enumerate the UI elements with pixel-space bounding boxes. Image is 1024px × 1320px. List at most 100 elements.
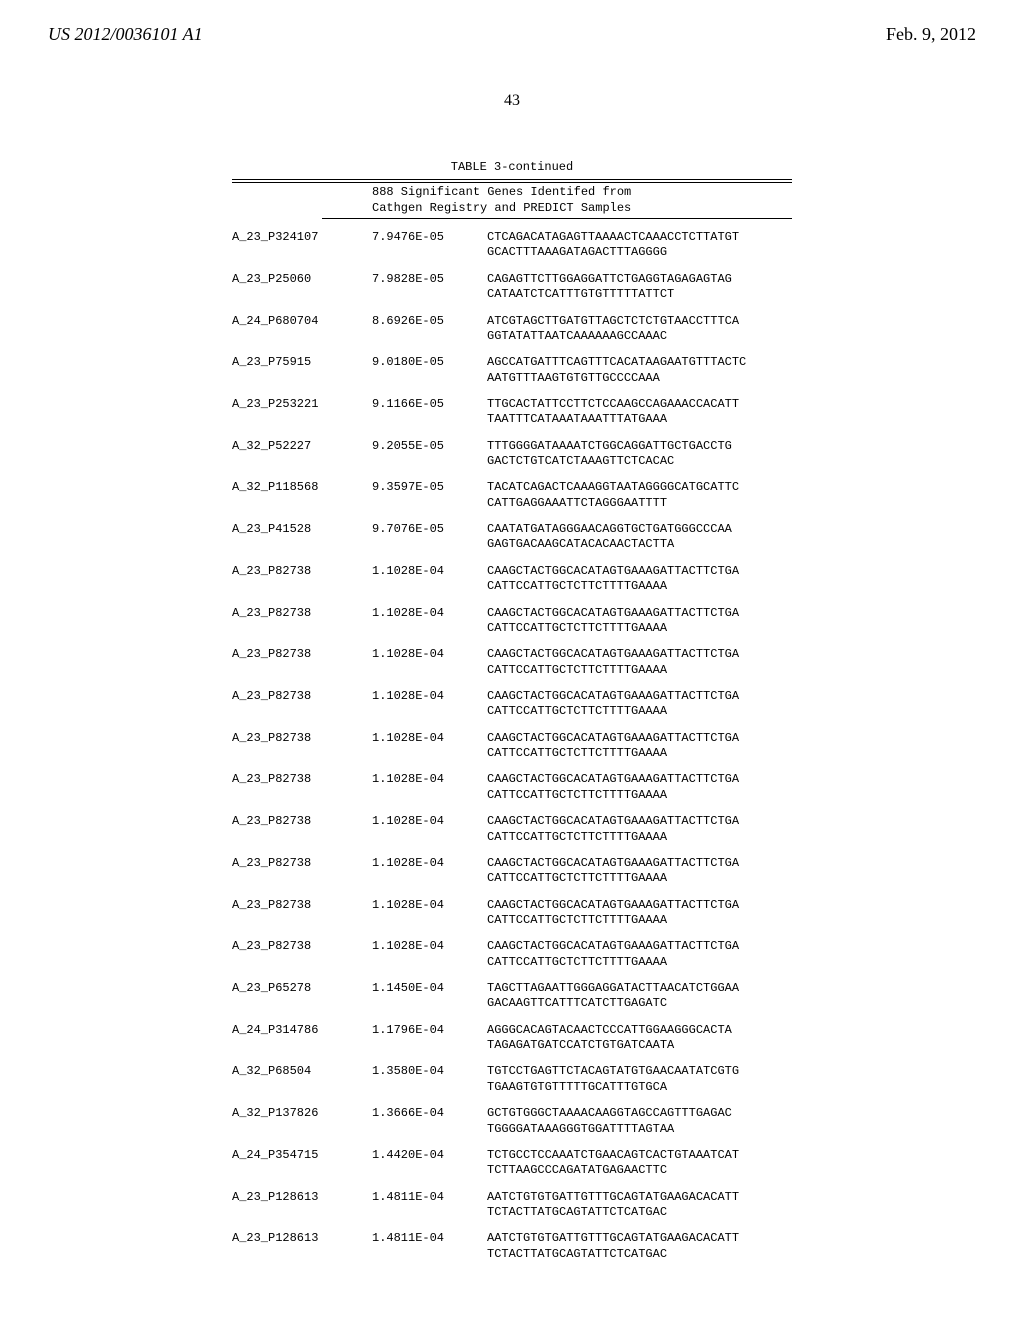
table-row: A_32_P685041.3580E-04TGTCCTGAGTTCTACAGTA…	[232, 1064, 792, 1095]
page-header: US 2012/0036101 A1 Feb. 9, 2012	[0, 0, 1024, 45]
gene-value: 7.9476E-05	[372, 230, 487, 261]
gene-id: A_23_P82738	[232, 856, 372, 887]
table-row: A_23_P1286131.4811E-04AATCTGTGTGATTGTTTG…	[232, 1231, 792, 1262]
gene-id: A_23_P253221	[232, 397, 372, 428]
table-row: A_23_P827381.1028E-04CAAGCTACTGGCACATAGT…	[232, 647, 792, 678]
gene-seq: AGGGCACAGTACAACTCCCATTGGAAGGGCACTA TAGAG…	[487, 1023, 792, 1054]
table-row: A_24_P3547151.4420E-04TCTGCCTCCAAATCTGAA…	[232, 1148, 792, 1179]
gene-value: 1.4811E-04	[372, 1231, 487, 1262]
gene-value: 1.1028E-04	[372, 939, 487, 970]
table-row: A_32_P522279.2055E-05TTTGGGGATAAAATCTGGC…	[232, 439, 792, 470]
gene-value: 1.1796E-04	[372, 1023, 487, 1054]
gene-seq: CAAGCTACTGGCACATAGTGAAAGATTACTTCTGA CATT…	[487, 647, 792, 678]
gene-value: 1.1028E-04	[372, 731, 487, 762]
gene-value: 1.1450E-04	[372, 981, 487, 1012]
gene-value: 1.1028E-04	[372, 606, 487, 637]
gene-id: A_23_P82738	[232, 772, 372, 803]
gene-id: A_23_P324107	[232, 230, 372, 261]
gene-seq: GCTGTGGGCTAAAACAAGGTAGCCAGTTTGAGAC TGGGG…	[487, 1106, 792, 1137]
gene-seq: CAAGCTACTGGCACATAGTGAAAGATTACTTCTGA CATT…	[487, 772, 792, 803]
gene-value: 1.1028E-04	[372, 689, 487, 720]
gene-value: 1.1028E-04	[372, 856, 487, 887]
gene-seq: CAATATGATAGGGAACAGGTGCTGATGGGCCCAA GAGTG…	[487, 522, 792, 553]
table-row: A_23_P827381.1028E-04CAAGCTACTGGCACATAGT…	[232, 898, 792, 929]
table-row: A_32_P1185689.3597E-05TACATCAGACTCAAAGGT…	[232, 480, 792, 511]
gene-seq: CAAGCTACTGGCACATAGTGAAAGATTACTTCTGA CATT…	[487, 731, 792, 762]
gene-seq: CAAGCTACTGGCACATAGTGAAAGATTACTTCTGA CATT…	[487, 564, 792, 595]
gene-id: A_23_P82738	[232, 689, 372, 720]
gene-id: A_23_P25060	[232, 272, 372, 303]
gene-value: 9.2055E-05	[372, 439, 487, 470]
gene-value: 9.7076E-05	[372, 522, 487, 553]
table-row: A_23_P652781.1450E-04TAGCTTAGAATTGGGAGGA…	[232, 981, 792, 1012]
table-row: A_23_P827381.1028E-04CAAGCTACTGGCACATAGT…	[232, 772, 792, 803]
gene-seq: CAAGCTACTGGCACATAGTGAAAGATTACTTCTGA CATT…	[487, 856, 792, 887]
gene-value: 9.1166E-05	[372, 397, 487, 428]
gene-seq: TACATCAGACTCAAAGGTAATAGGGGCATGCATTC CATT…	[487, 480, 792, 511]
table-row: A_23_P2532219.1166E-05TTGCACTATTCCTTCTCC…	[232, 397, 792, 428]
table-row: A_24_P6807048.6926E-05ATCGTAGCTTGATGTTAG…	[232, 314, 792, 345]
gene-seq: TTGCACTATTCCTTCTCCAAGCCAGAAACCACATT TAAT…	[487, 397, 792, 428]
gene-id: A_32_P137826	[232, 1106, 372, 1137]
table-row: A_23_P827381.1028E-04CAAGCTACTGGCACATAGT…	[232, 606, 792, 637]
table-row: A_23_P3241077.9476E-05CTCAGACATAGAGTTAAA…	[232, 230, 792, 261]
gene-seq: AATCTGTGTGATTGTTTGCAGTATGAAGACACATT TCTA…	[487, 1231, 792, 1262]
table-row: A_23_P827381.1028E-04CAAGCTACTGGCACATAGT…	[232, 814, 792, 845]
table-row: A_23_P827381.1028E-04CAAGCTACTGGCACATAGT…	[232, 689, 792, 720]
gene-id: A_24_P680704	[232, 314, 372, 345]
gene-id: A_23_P82738	[232, 606, 372, 637]
gene-value: 1.1028E-04	[372, 814, 487, 845]
gene-seq: TCTGCCTCCAAATCTGAACAGTCACTGTAAATCAT TCTT…	[487, 1148, 792, 1179]
page-number: 43	[504, 92, 520, 110]
gene-value: 1.1028E-04	[372, 898, 487, 929]
gene-id: A_32_P52227	[232, 439, 372, 470]
gene-value: 9.3597E-05	[372, 480, 487, 511]
gene-id: A_23_P75915	[232, 355, 372, 386]
gene-seq: CAGAGTTCTTGGAGGATTCTGAGGTAGAGAGTAG CATAA…	[487, 272, 792, 303]
gene-seq: CAAGCTACTGGCACATAGTGAAAGATTACTTCTGA CATT…	[487, 606, 792, 637]
table-rows: A_23_P3241077.9476E-05CTCAGACATAGAGTTAAA…	[232, 230, 792, 1262]
rule-top-2	[232, 182, 792, 183]
gene-id: A_23_P82738	[232, 939, 372, 970]
rule-top	[232, 179, 792, 180]
gene-id: A_23_P65278	[232, 981, 372, 1012]
gene-id: A_32_P68504	[232, 1064, 372, 1095]
gene-seq: AGCCATGATTTCAGTTTCACATAAGAATGTTTACTC AAT…	[487, 355, 792, 386]
subtitle-line-2: Cathgen Registry and PREDICT Samples	[372, 201, 792, 216]
gene-value: 9.0180E-05	[372, 355, 487, 386]
gene-id: A_23_P82738	[232, 731, 372, 762]
gene-value: 1.3580E-04	[372, 1064, 487, 1095]
gene-id: A_23_P128613	[232, 1231, 372, 1262]
gene-id: A_23_P82738	[232, 814, 372, 845]
gene-id: A_24_P354715	[232, 1148, 372, 1179]
rule-subtitle	[322, 218, 792, 219]
table-row: A_23_P415289.7076E-05CAATATGATAGGGAACAGG…	[232, 522, 792, 553]
gene-seq: CTCAGACATAGAGTTAAAACTCAAACCTCTTATGT GCAC…	[487, 230, 792, 261]
gene-seq: TGTCCTGAGTTCTACAGTATGTGAACAATATCGTG TGAA…	[487, 1064, 792, 1095]
gene-seq: ATCGTAGCTTGATGTTAGCTCTCTGTAACCTTTCA GGTA…	[487, 314, 792, 345]
table-row: A_23_P250607.9828E-05CAGAGTTCTTGGAGGATTC…	[232, 272, 792, 303]
table-row: A_23_P827381.1028E-04CAAGCTACTGGCACATAGT…	[232, 939, 792, 970]
gene-seq: CAAGCTACTGGCACATAGTGAAAGATTACTTCTGA CATT…	[487, 939, 792, 970]
table-row: A_23_P827381.1028E-04CAAGCTACTGGCACATAGT…	[232, 731, 792, 762]
table-row: A_23_P1286131.4811E-04AATCTGTGTGATTGTTTG…	[232, 1190, 792, 1221]
gene-seq: CAAGCTACTGGCACATAGTGAAAGATTACTTCTGA CATT…	[487, 898, 792, 929]
gene-value: 1.3666E-04	[372, 1106, 487, 1137]
gene-value: 1.1028E-04	[372, 647, 487, 678]
gene-value: 1.4811E-04	[372, 1190, 487, 1221]
gene-seq: CAAGCTACTGGCACATAGTGAAAGATTACTTCTGA CATT…	[487, 814, 792, 845]
table-row: A_32_P1378261.3666E-04GCTGTGGGCTAAAACAAG…	[232, 1106, 792, 1137]
table-row: A_23_P827381.1028E-04CAAGCTACTGGCACATAGT…	[232, 856, 792, 887]
gene-id: A_32_P118568	[232, 480, 372, 511]
gene-id: A_23_P82738	[232, 564, 372, 595]
gene-id: A_24_P314786	[232, 1023, 372, 1054]
gene-value: 1.1028E-04	[372, 564, 487, 595]
gene-value: 1.4420E-04	[372, 1148, 487, 1179]
gene-value: 7.9828E-05	[372, 272, 487, 303]
gene-id: A_23_P41528	[232, 522, 372, 553]
subtitle-line-1: 888 Significant Genes Identifed from	[372, 185, 792, 200]
publication-date: Feb. 9, 2012	[886, 24, 976, 45]
gene-value: 8.6926E-05	[372, 314, 487, 345]
table-subtitle: 888 Significant Genes Identifed from Cat…	[372, 185, 792, 216]
gene-value: 1.1028E-04	[372, 772, 487, 803]
